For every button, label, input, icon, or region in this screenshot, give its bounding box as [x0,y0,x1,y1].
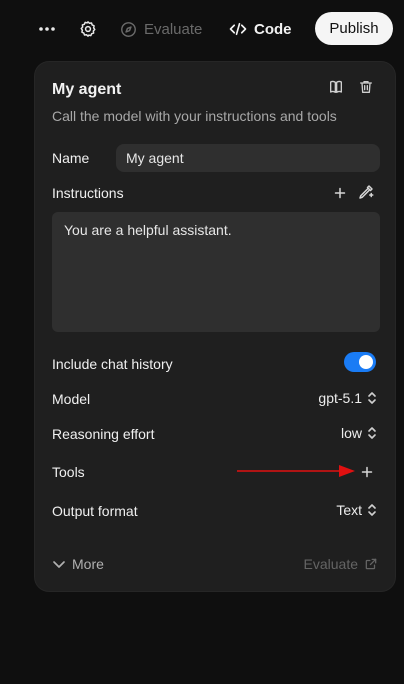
agent-panel: My agent Call the model with your instru… [35,62,395,591]
trash-icon [358,79,374,95]
evaluate-tab[interactable]: Evaluate [120,12,202,46]
add-instructions-button[interactable] [331,184,349,202]
chevron-down-icon [52,557,66,571]
delete-button[interactable] [355,76,377,98]
name-label: Name [52,150,90,166]
more-toggle[interactable]: More [52,556,104,572]
code-tab[interactable]: Code [229,12,292,46]
code-icon [229,22,247,36]
reasoning-value: low [340,425,362,441]
instructions-textarea[interactable]: You are a helpful assistant. [52,212,380,332]
red-arrow-annotation [235,463,357,479]
plus-icon [358,463,376,481]
chevron-up-down-icon [366,391,378,405]
agent-subtitle: Call the model with your instructions an… [52,108,337,124]
toggle-knob [359,355,373,369]
chevron-up-down-icon [366,426,378,440]
chat-history-label: Include chat history [52,356,173,372]
plus-icon [331,184,349,202]
tools-label: Tools [52,464,85,480]
evaluate-link-label: Evaluate [303,556,358,572]
add-tool-button[interactable] [358,463,376,481]
ellipsis-icon [39,27,55,31]
magic-pen-icon [357,183,377,201]
model-value: gpt-5.1 [318,390,362,406]
settings-button[interactable] [71,12,105,46]
model-label: Model [52,391,91,407]
output-format-value: Text [336,502,362,518]
instructions-label: Instructions [52,185,124,201]
generate-instructions-button[interactable] [357,183,377,203]
gear-icon [79,20,97,38]
more-options-button[interactable] [30,12,64,46]
book-icon [328,79,344,95]
model-select[interactable]: gpt-5.1 [318,390,378,406]
external-link-icon [364,557,378,571]
output-format-label: Output format [52,503,138,519]
docs-button[interactable] [325,76,347,98]
name-input[interactable]: My agent [116,144,380,172]
chevron-up-down-icon [366,503,378,517]
compass-icon [120,21,137,38]
evaluate-link[interactable]: Evaluate [304,556,378,572]
code-tab-label: Code [254,20,292,38]
more-label: More [72,556,104,572]
chat-history-toggle[interactable] [344,352,376,372]
evaluate-tab-label: Evaluate [144,20,203,38]
reasoning-select[interactable]: low [341,425,378,441]
publish-button[interactable]: Publish [315,12,393,45]
agent-title: My agent [52,81,122,98]
top-toolbar: Evaluate Code Publish [0,0,404,58]
reasoning-label: Reasoning effort [52,426,155,442]
output-format-select[interactable]: Text [336,502,378,518]
